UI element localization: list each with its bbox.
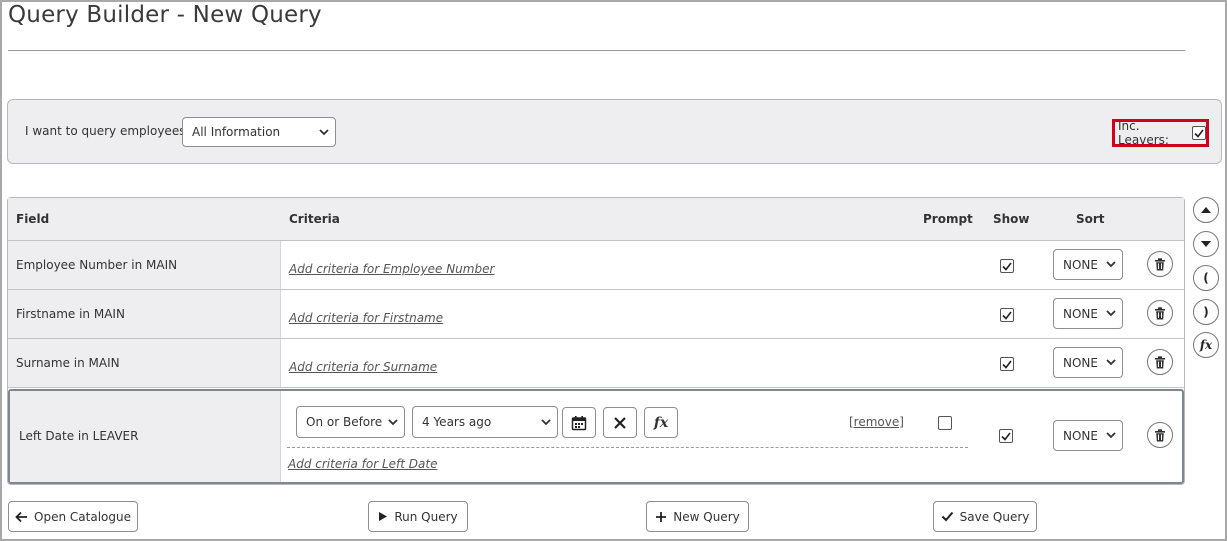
new-query-label: New Query (673, 509, 740, 524)
function-button[interactable]: fx (644, 407, 678, 438)
header-show: Show (993, 212, 1030, 226)
triangle-up-icon (1201, 207, 1211, 213)
checkmark-icon (1194, 129, 1204, 138)
run-query-label: Run Query (394, 509, 458, 524)
chevron-down-icon (535, 418, 557, 426)
function-icon: fx (1199, 338, 1213, 352)
close-bracket-button[interactable]: ) (1193, 299, 1219, 325)
sort-select[interactable]: NONE (1053, 298, 1123, 329)
operator-value: On or Before (306, 415, 383, 429)
date-value-select[interactable]: 4 Years ago (412, 406, 558, 438)
trash-icon (1155, 355, 1165, 368)
query-scope-panel: I want to query employees: All Informati… (7, 99, 1222, 164)
calendar-button[interactable] (562, 407, 596, 438)
query-scope-select[interactable]: All Information (182, 117, 336, 147)
remove-criteria-link[interactable]: [remove] (849, 415, 904, 429)
field-cell: Surname in MAIN (8, 339, 281, 387)
checkmark-icon (1002, 262, 1012, 271)
chevron-down-icon (1100, 261, 1122, 268)
function-side-button[interactable]: fx (1193, 332, 1219, 358)
arrow-left-icon (15, 511, 28, 522)
field-name: Surname in MAIN (16, 356, 120, 370)
field-cell: Left Date in LEAVER (10, 391, 281, 482)
operator-select[interactable]: On or Before (296, 406, 405, 438)
open-bracket-icon: ( (1203, 271, 1209, 285)
chevron-down-icon (313, 128, 335, 136)
sort-select[interactable]: NONE (1053, 347, 1123, 378)
calendar-icon (571, 415, 587, 430)
show-checkbox[interactable] (1000, 308, 1014, 322)
sort-value: NONE (1063, 355, 1098, 370)
show-checkbox[interactable] (999, 429, 1013, 443)
table-row: Employee Number in MAIN Add criteria for… (8, 241, 1184, 290)
prompt-checkbox[interactable] (938, 416, 952, 430)
query-scope-value: All Information (192, 125, 281, 139)
delete-row-button[interactable] (1147, 251, 1173, 277)
criteria-divider (287, 447, 968, 448)
trash-icon (1155, 306, 1165, 319)
inc-leavers-checkbox[interactable] (1192, 126, 1206, 140)
trash-icon (1155, 428, 1165, 441)
sort-value: NONE (1063, 257, 1098, 272)
add-criteria-link[interactable]: Add criteria for Firstname (289, 311, 443, 325)
new-query-button[interactable]: New Query (646, 501, 749, 532)
inc-leavers-label: Inc. Leavers: (1118, 119, 1169, 147)
table-row: Surname in MAIN Add criteria for Surname… (8, 339, 1184, 388)
header-sort: Sort (1076, 212, 1105, 226)
checkmark-icon (1001, 432, 1011, 441)
plus-icon (656, 511, 667, 522)
chevron-down-icon (1100, 432, 1122, 439)
chevron-down-icon (1100, 359, 1122, 366)
close-bracket-icon: ) (1203, 305, 1209, 319)
field-name: Left Date in LEAVER (19, 429, 139, 443)
field-cell: Firstname in MAIN (8, 290, 281, 338)
show-checkbox[interactable] (1000, 357, 1014, 371)
sort-value: NONE (1063, 306, 1098, 321)
add-criteria-link[interactable]: Add criteria for Left Date (288, 457, 437, 471)
move-down-button[interactable] (1193, 231, 1219, 257)
checkmark-icon (1002, 360, 1012, 369)
show-checkbox[interactable] (1000, 259, 1014, 273)
save-query-label: Save Query (959, 509, 1030, 524)
delete-row-button[interactable] (1147, 300, 1173, 326)
checkmark-icon (941, 511, 953, 522)
checkmark-icon (1002, 311, 1012, 320)
run-query-button[interactable]: Run Query (368, 501, 468, 532)
field-cell: Employee Number in MAIN (8, 241, 281, 289)
sort-select[interactable]: NONE (1053, 420, 1123, 451)
save-query-button[interactable]: Save Query (933, 501, 1037, 532)
inc-leavers-highlight: Inc. Leavers: (1112, 119, 1209, 147)
title-divider (8, 50, 1185, 51)
delete-row-button[interactable] (1147, 349, 1173, 375)
query-employees-label: I want to query employees: (25, 124, 190, 138)
open-bracket-button[interactable]: ( (1193, 265, 1219, 291)
clear-criteria-button[interactable] (603, 407, 637, 438)
function-icon: fx (653, 414, 669, 431)
table-header: Field Criteria Prompt Show Sort (8, 198, 1184, 241)
field-name: Employee Number in MAIN (16, 258, 178, 272)
table-row: Firstname in MAIN Add criteria for First… (8, 290, 1184, 339)
header-field: Field (16, 212, 50, 226)
open-catalogue-button[interactable]: Open Catalogue (8, 501, 138, 532)
delete-row-button[interactable] (1147, 422, 1173, 448)
date-value: 4 Years ago (422, 415, 492, 429)
trash-icon (1155, 257, 1165, 270)
chevron-down-icon (382, 418, 404, 426)
close-icon (614, 416, 626, 429)
triangle-down-icon (1201, 241, 1211, 247)
field-name: Firstname in MAIN (16, 307, 125, 321)
open-catalogue-label: Open Catalogue (34, 509, 131, 524)
play-icon (379, 512, 388, 521)
page-title: Query Builder - New Query (8, 2, 322, 28)
chevron-down-icon (1100, 310, 1122, 317)
header-criteria: Criteria (289, 212, 340, 226)
sort-value: NONE (1063, 428, 1098, 443)
sort-select[interactable]: NONE (1053, 249, 1123, 280)
header-prompt: Prompt (923, 212, 973, 226)
add-criteria-link[interactable]: Add criteria for Surname (289, 360, 437, 374)
move-up-button[interactable] (1193, 197, 1219, 223)
add-criteria-link[interactable]: Add criteria for Employee Number (289, 262, 494, 276)
